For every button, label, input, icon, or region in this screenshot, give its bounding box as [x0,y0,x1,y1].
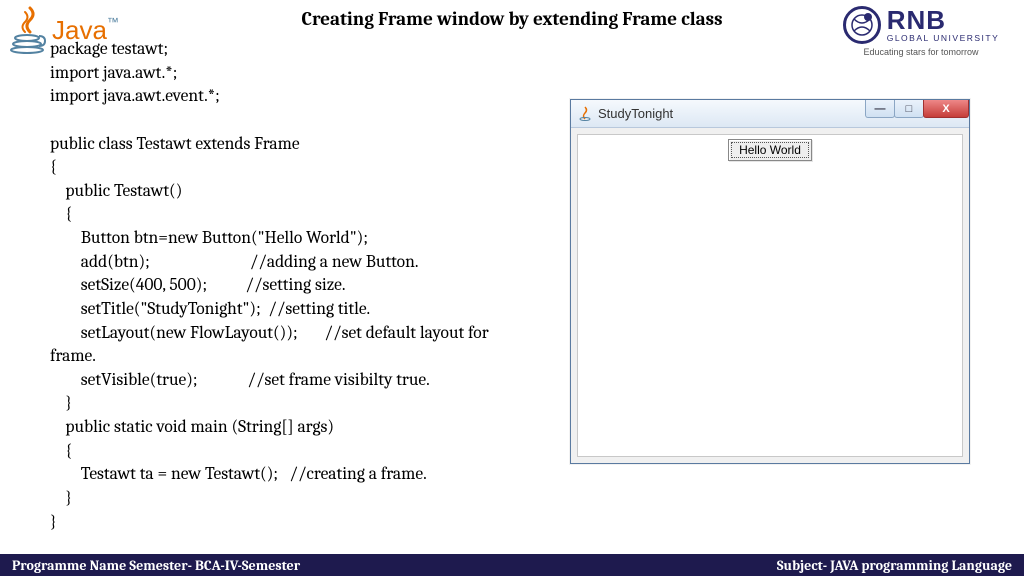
maximize-button[interactable]: □ [894,100,924,118]
footer-left: Programme Name Semester- BCA-IV-Semester [12,557,300,574]
code-block: package testawt; import java.awt.*; impo… [50,38,489,534]
window-controls: — □ X [866,100,969,120]
awt-window: StudyTonight — □ X Hello World [570,99,970,464]
close-button[interactable]: X [923,100,969,118]
java-app-icon [577,106,593,122]
window-title: StudyTonight [598,106,673,121]
window-client-area: Hello World [577,134,963,457]
hello-world-button[interactable]: Hello World [728,139,812,161]
window-titlebar: StudyTonight — □ X [571,100,969,128]
footer-right: Subject- JAVA programming Language [777,557,1012,574]
footer: Programme Name Semester- BCA-IV-Semester… [0,554,1024,576]
rnb-tagline: Educating stars for tomorrow [863,47,978,57]
minimize-button[interactable]: — [865,100,895,118]
rnb-subtitle: GLOBAL UNIVERSITY [887,33,1000,43]
page-title: Creating Frame window by extending Frame… [0,8,1024,30]
